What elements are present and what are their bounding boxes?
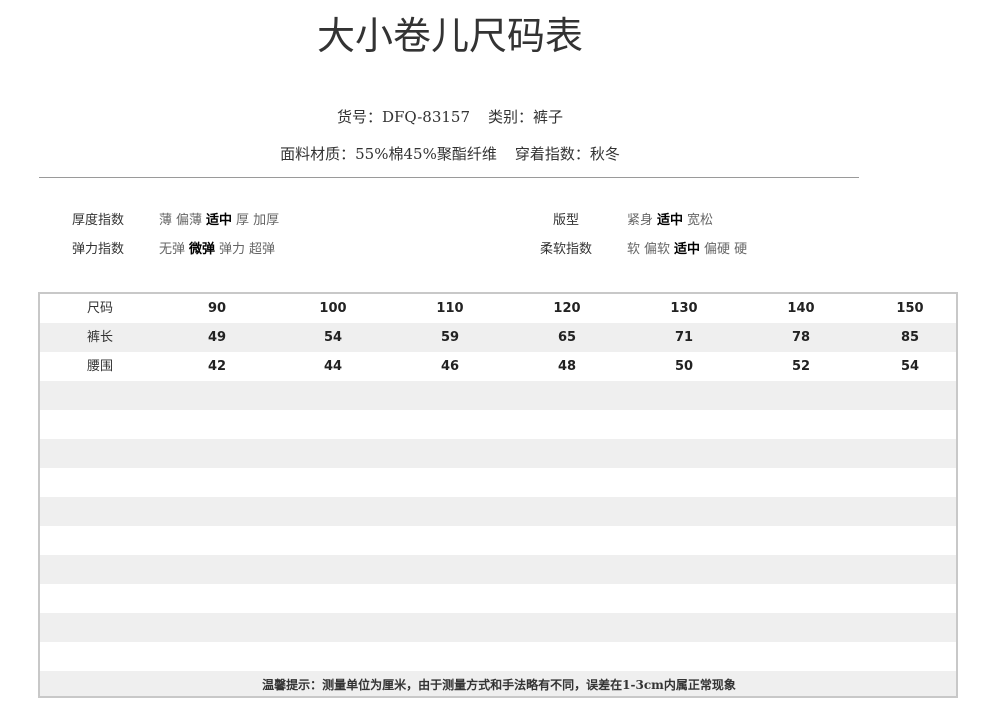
attr-label: 柔软指数 — [539, 242, 592, 257]
attr-label: 厚度指数 — [71, 213, 124, 228]
attr-option: 适中 — [657, 213, 684, 228]
table-cell: 71 — [674, 330, 694, 345]
attr-option: 无弹 — [159, 242, 186, 257]
attr-option: 偏硬 — [704, 242, 731, 257]
attr-option: 适中 — [206, 213, 233, 228]
table-cell: 78 — [791, 330, 811, 345]
attr-option: 厚 — [236, 213, 250, 228]
table-cell: 85 — [900, 330, 920, 345]
empty-row — [40, 410, 956, 439]
attr-label: 弹力指数 — [71, 242, 124, 257]
size-header-cell: 150 — [896, 301, 924, 316]
table-cell: 65 — [557, 330, 577, 345]
size-header-label: 尺码 — [86, 301, 113, 316]
empty-row — [40, 497, 956, 526]
attr-options: 无弹 微弹 弹力 超弹 — [159, 241, 279, 259]
attr-option: 宽松 — [687, 213, 714, 228]
attr-options: 薄偏薄 适中厚加厚 — [159, 212, 283, 230]
attr-option: 硬 — [734, 242, 748, 257]
page-title: 大小卷儿尺码表 — [316, 14, 583, 58]
attr-option: 偏薄 — [176, 213, 203, 228]
size-header-row: 尺码 90 100 110 120 130 140 150 — [40, 294, 956, 323]
table-cell: 44 — [323, 359, 343, 374]
table-cell: 46 — [440, 359, 460, 374]
table-cell: 54 — [900, 359, 920, 374]
attr-option: 紧身 — [627, 213, 654, 228]
size-header-cell: 100 — [319, 301, 347, 316]
table-row: 腰围 42 44 46 48 50 52 54 — [40, 352, 956, 381]
meta-line-item: 货号：DFQ-83157 类别：裤子 — [0, 107, 900, 127]
table-cell: 54 — [323, 330, 343, 345]
header-divider — [39, 177, 859, 178]
season-label: 穿着指数： — [514, 145, 590, 163]
empty-row — [40, 555, 956, 584]
size-header-cell: 110 — [436, 301, 464, 316]
table-cell: 50 — [674, 359, 694, 374]
attr-option: 超弹 — [249, 242, 276, 257]
attr-option: 薄 — [159, 213, 173, 228]
row-label: 腰围 — [86, 359, 113, 374]
table-row: 裤长 49 54 59 65 71 78 85 — [40, 323, 956, 352]
attr-option: 微弹 — [189, 242, 216, 257]
item-no-value: DFQ-83157 — [381, 108, 471, 126]
category-label: 类别： — [488, 108, 534, 126]
size-header-cell: 130 — [670, 301, 698, 316]
attr-options: 软偏软 适中 偏硬硬 — [627, 241, 751, 259]
attr-option: 加厚 — [253, 213, 280, 228]
size-table: 尺码 90 100 110 120 130 140 150 裤长 49 54 59 65 71 78 85 腰围… — [38, 292, 958, 698]
empty-row — [40, 439, 956, 468]
attr-options: 紧身 适中 宽松 — [627, 212, 717, 230]
meta-line-fabric: 面料材质：55%棉45%聚酯纤维 穿着指数：秋冬 — [0, 144, 900, 164]
empty-row — [40, 381, 956, 410]
attr-option: 偏软 — [644, 242, 671, 257]
size-header-cell: 120 — [553, 301, 581, 316]
season-value: 秋冬 — [589, 145, 620, 163]
empty-row — [40, 468, 956, 497]
fabric-label: 面料材质： — [280, 145, 356, 163]
table-cell: 42 — [207, 359, 227, 374]
item-no-label: 货号： — [336, 108, 382, 126]
footer-note: 温馨提示：测量单位为厘米，由于测量方式和手法略有不同，误差在1-3cm内属正常现… — [262, 678, 736, 692]
attr-option: 适中 — [674, 242, 701, 257]
category-value: 裤子 — [533, 108, 564, 126]
empty-row — [40, 613, 956, 642]
fabric-value: 55%棉45%聚酯纤维 — [355, 145, 497, 163]
size-header-cell: 140 — [787, 301, 815, 316]
table-cell: 48 — [557, 359, 577, 374]
empty-row — [40, 584, 956, 613]
attr-option: 弹力 — [219, 242, 246, 257]
attr-option: 软 — [627, 242, 641, 257]
size-header-cell: 90 — [207, 301, 227, 316]
table-cell: 52 — [791, 359, 811, 374]
table-cell: 59 — [440, 330, 460, 345]
attr-label: 版型 — [552, 213, 579, 228]
empty-row — [40, 642, 956, 671]
row-label: 裤长 — [86, 330, 113, 345]
table-cell: 49 — [207, 330, 227, 345]
empty-row — [40, 526, 956, 555]
